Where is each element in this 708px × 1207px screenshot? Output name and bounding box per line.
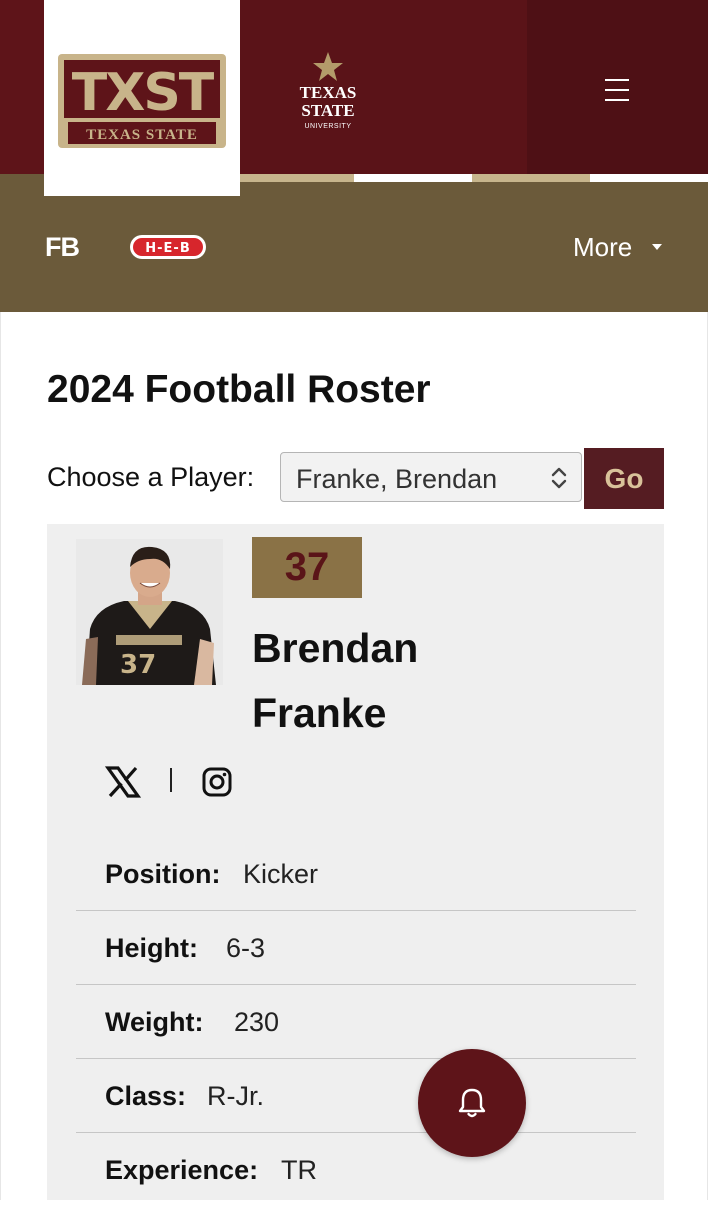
txst-logo-link[interactable]: TXST TEXAS STATE — [44, 0, 240, 196]
detail-row-weight: Weight: 230 — [76, 985, 636, 1059]
more-menu-button[interactable]: More — [573, 232, 632, 263]
player-name: Brendan Franke — [252, 616, 512, 746]
sport-label[interactable]: FB — [45, 232, 80, 263]
go-button[interactable]: Go — [584, 448, 664, 509]
player-photo: 37 — [76, 539, 223, 685]
svg-text:TXST: TXST — [72, 63, 215, 123]
jersey-number-badge: 37 — [252, 537, 362, 598]
detail-label: Weight: — [105, 1007, 204, 1037]
svg-text:TEXAS STATE: TEXAS STATE — [86, 127, 198, 143]
select-chevron-icon — [551, 467, 567, 489]
page-title: 2024 Football Roster — [47, 368, 431, 411]
txst-logo: TXST TEXAS STATE — [58, 54, 226, 148]
detail-value: Kicker — [243, 859, 319, 889]
detail-value: TR — [281, 1155, 317, 1185]
player-select-value: Franke, Brendan — [296, 464, 498, 494]
x-icon[interactable] — [105, 762, 141, 802]
heb-sponsor-logo[interactable]: H-E-B — [129, 234, 207, 260]
svg-text:37: 37 — [120, 650, 156, 680]
detail-row-height: Height: 6-3 — [76, 911, 636, 985]
social-divider — [170, 768, 172, 792]
detail-label: Class: — [105, 1081, 187, 1111]
detail-label: Position: — [105, 859, 221, 889]
notification-bell-button[interactable] — [418, 1049, 526, 1157]
hamburger-menu-icon[interactable] — [598, 72, 636, 108]
detail-label: Experience: — [105, 1155, 259, 1185]
svg-text:H-E-B: H-E-B — [145, 241, 190, 256]
detail-row-position: Position: Kicker — [76, 837, 636, 911]
detail-row-class: Class: R-Jr. — [76, 1059, 636, 1133]
texas-state-university-logo[interactable]: TEXAS STATE UNIVERSITY — [282, 50, 374, 136]
detail-label: Height: — [105, 933, 198, 963]
bell-icon — [458, 1088, 486, 1118]
svg-text:UNIVERSITY: UNIVERSITY — [304, 123, 351, 130]
player-card: 37 37 Brendan Franke Position: Kicker He… — [47, 524, 664, 1200]
detail-row-experience: Experience: TR — [76, 1133, 636, 1207]
svg-text:STATE: STATE — [301, 101, 354, 120]
svg-text:TEXAS: TEXAS — [300, 83, 357, 102]
detail-value: 6-3 — [226, 933, 266, 963]
roster-main: 2024 Football Roster Choose a Player: Fr… — [0, 312, 708, 1200]
player-first-name: Brendan — [252, 625, 419, 671]
detail-value: R-Jr. — [207, 1081, 264, 1111]
detail-value: 230 — [234, 1007, 280, 1037]
sport-subnav: FB H-E-B More — [0, 182, 708, 312]
instagram-icon[interactable] — [201, 762, 233, 802]
player-headshot: 37 — [76, 539, 223, 685]
player-last-name: Franke — [252, 690, 387, 736]
caret-down-icon[interactable] — [652, 244, 662, 250]
choose-player-label: Choose a Player: — [47, 462, 255, 492]
player-select[interactable]: Franke, Brendan — [280, 452, 582, 502]
